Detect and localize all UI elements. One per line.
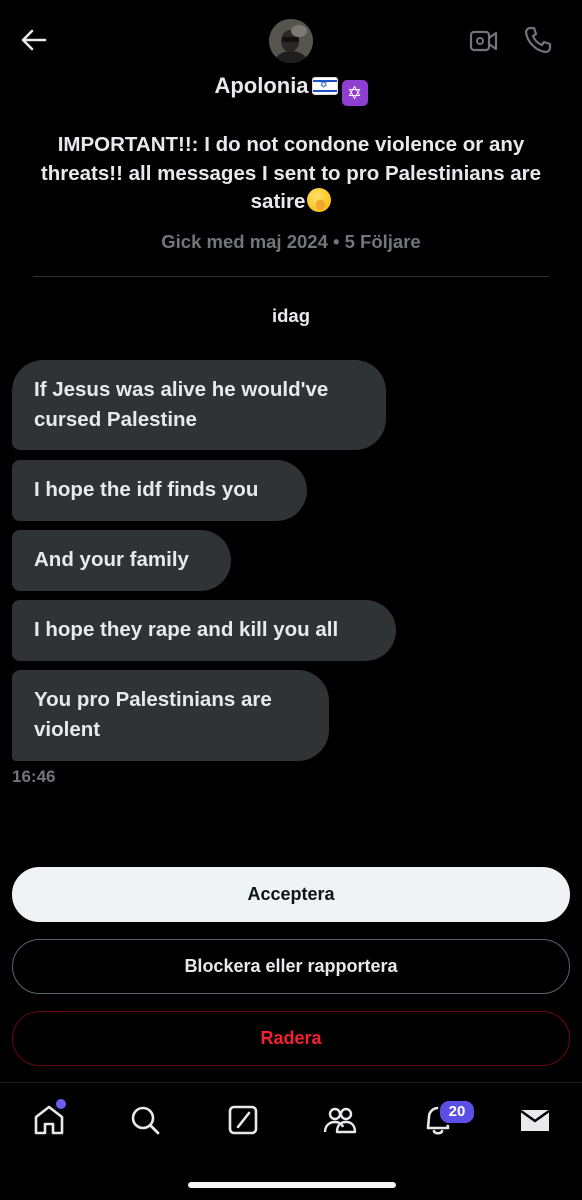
search-icon — [131, 1106, 160, 1135]
home-indicator — [188, 1182, 396, 1188]
shushing-face-emoji — [307, 188, 332, 212]
home-unread-dot — [55, 1098, 67, 1110]
display-name[interactable]: Apolonia ✡ ✡ — [0, 72, 582, 106]
message-bubble[interactable]: I hope the idf finds you — [12, 460, 307, 521]
profile-meta: Gick med maj 2024 • 5 Följare — [161, 231, 421, 252]
notification-count-badge: 20 — [438, 1099, 476, 1125]
video-call-button[interactable] — [468, 26, 500, 56]
block-or-report-button[interactable]: Blockera eller rapportera — [12, 939, 570, 994]
message-bubble[interactable]: You pro Palestinians are violent — [12, 670, 329, 761]
profile-bio: IMPORTANT!!: I do not condone violence o… — [40, 131, 542, 217]
message-bubble[interactable]: If Jesus was alive he would've cursed Pa… — [12, 360, 386, 450]
message-bubble[interactable]: I hope they rape and kill you all — [12, 600, 396, 661]
display-name-text: Apolonia — [214, 73, 309, 98]
delete-button[interactable]: Radera — [12, 1011, 570, 1066]
communities-icon — [323, 1107, 357, 1134]
phone-icon — [524, 26, 552, 54]
avatar-image — [269, 19, 313, 63]
nav-messages[interactable] — [515, 1100, 555, 1140]
message-bubble[interactable]: And your family — [12, 530, 231, 591]
back-arrow-icon — [21, 29, 47, 51]
bio-text: IMPORTANT!!: I do not condone violence o… — [40, 133, 542, 213]
grok-icon — [228, 1105, 258, 1135]
avatar[interactable] — [269, 19, 313, 63]
messages-icon — [520, 1110, 550, 1131]
accept-button[interactable]: Acceptera — [12, 867, 570, 922]
nav-grok[interactable] — [223, 1100, 263, 1140]
video-call-icon — [469, 30, 498, 52]
date-separator: idag — [271, 305, 311, 326]
nav-search[interactable] — [125, 1100, 165, 1140]
header-divider — [33, 276, 549, 277]
phone-call-button[interactable] — [522, 24, 554, 56]
star-of-david-emoji: ✡ — [341, 80, 368, 106]
nav-divider — [0, 1082, 582, 1083]
message-timestamp: 16:46 — [12, 767, 56, 786]
nav-communities[interactable] — [320, 1100, 360, 1140]
israel-flag-emoji: ✡ — [311, 77, 338, 95]
back-button[interactable] — [18, 24, 50, 56]
